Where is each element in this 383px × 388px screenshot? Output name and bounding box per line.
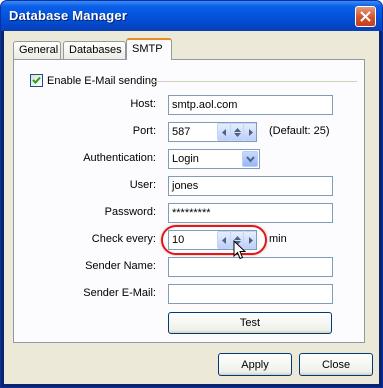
checkmark-icon <box>32 76 41 84</box>
sender-name-label: Sender Name: <box>85 260 156 272</box>
tab-databases-label: Databases <box>69 44 122 56</box>
port-updown-spin[interactable] <box>230 123 244 141</box>
authentication-label: Authentication: <box>83 152 156 164</box>
sender-email-label: Sender E-Mail: <box>83 287 156 299</box>
authentication-value: Login <box>172 153 199 165</box>
smtp-panel: Enable E-Mail sending Host: smtp.aol.com… <box>13 59 365 343</box>
tab-databases[interactable]: Databases <box>63 41 126 59</box>
tab-general[interactable]: General <box>13 41 61 59</box>
close-x-icon <box>360 11 371 22</box>
arrow-left-icon <box>222 129 226 136</box>
group-divider <box>152 81 357 82</box>
user-label: User: <box>129 179 156 191</box>
tab-general-label: General <box>19 44 59 56</box>
dialog-client-area: General Databases SMTP Enable E-Mail sen… <box>4 31 379 384</box>
apply-button[interactable]: Apply <box>218 353 292 376</box>
highlight-oval <box>161 225 267 255</box>
check-every-unit: min <box>269 233 287 245</box>
test-button[interactable]: Test <box>168 312 332 334</box>
enable-email-checkbox[interactable] <box>30 74 43 87</box>
close-window-button[interactable] <box>355 6 376 27</box>
port-input[interactable]: 587 <box>168 122 257 142</box>
authentication-select[interactable]: Login <box>168 149 260 169</box>
check-every-label: Check every: <box>91 233 156 245</box>
close-button[interactable]: Close <box>299 353 373 376</box>
port-label: Port: <box>132 125 156 137</box>
arrow-right-icon <box>249 129 253 136</box>
enable-email-label: Enable E-Mail sending <box>47 74 158 87</box>
host-label: Host: <box>130 98 156 110</box>
enable-email-row[interactable]: Enable E-Mail sending <box>30 74 157 87</box>
arrow-updown-icon <box>234 128 241 137</box>
sender-name-input[interactable] <box>168 257 333 277</box>
mouse-cursor-icon <box>233 240 246 260</box>
tab-smtp[interactable]: SMTP <box>126 38 172 60</box>
port-right-spin[interactable] <box>243 123 256 141</box>
password-input[interactable]: ********* <box>168 203 333 223</box>
authentication-dropdown-button[interactable] <box>242 151 258 167</box>
title-bar[interactable]: Database Manager <box>1 1 382 31</box>
port-left-spin[interactable] <box>217 123 231 141</box>
port-default-text: (Default: 25) <box>269 125 330 137</box>
password-label: Password: <box>104 206 156 218</box>
tab-smtp-label: SMTP <box>132 43 163 55</box>
host-input[interactable]: smtp.aol.com <box>168 95 333 115</box>
dialog-window: Database Manager General Databases SMTP … <box>0 0 383 388</box>
port-value: 587 <box>172 126 191 138</box>
window-title: Database Manager <box>9 8 128 23</box>
user-input[interactable]: jones <box>168 176 333 196</box>
chevron-down-icon <box>246 156 255 163</box>
sender-email-input[interactable] <box>168 284 333 304</box>
